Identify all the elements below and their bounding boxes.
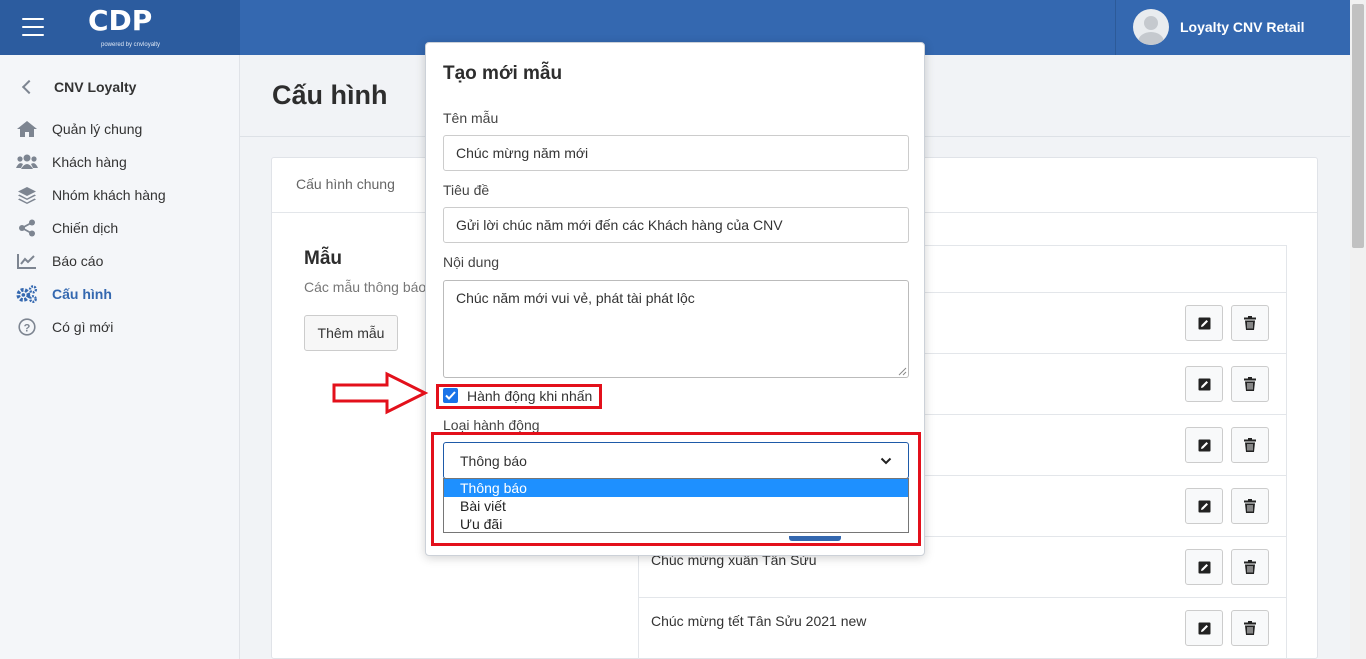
sidebar-item-label: Chiến dịch (52, 220, 119, 236)
layers-icon (16, 185, 38, 205)
action-type-select[interactable]: Thông báo (443, 442, 909, 479)
edit-icon (1198, 378, 1210, 390)
svg-text:?: ? (24, 323, 31, 335)
content-textarea[interactable]: Chúc năm mới vui vẻ, phát tài phát lộc (443, 280, 909, 378)
page-title: Cấu hình (272, 80, 388, 110)
sidebar-item-nhom-khach-hang[interactable]: Nhóm khách hàng (16, 183, 166, 207)
sidebar-item-cau-hinh[interactable]: Cấu hình (16, 282, 112, 306)
sidebar-item-label: Có gì mới (52, 319, 114, 335)
option-uu-dai[interactable]: Ưu đãi (444, 515, 908, 533)
users-icon (16, 152, 38, 172)
edit-button[interactable] (1185, 488, 1223, 524)
sidebar-item-label: Khách hàng (52, 154, 127, 170)
edit-button[interactable] (1185, 549, 1223, 585)
edit-icon (1198, 317, 1210, 329)
avatar[interactable] (1133, 9, 1169, 45)
option-thong-bao[interactable]: Thông báo (444, 479, 908, 497)
action-type-selected: Thông báo (460, 452, 527, 469)
option-bai-viet[interactable]: Bài viết (444, 497, 908, 515)
template-name-input[interactable]: Chúc mừng năm mới (443, 135, 909, 171)
edit-icon (1198, 622, 1210, 634)
sidebar-back[interactable]: CNV Loyalty (18, 75, 136, 99)
content-label: Nội dung (443, 254, 500, 270)
logo-subtitle: powered by cnvloyalty (101, 42, 161, 48)
action-on-click-label[interactable]: Hành động khi nhấn (467, 388, 592, 404)
arrow-right-icon (332, 371, 429, 415)
section-title: Mẫu (304, 248, 342, 269)
sidebar-item-label: Quản lý chung (52, 121, 143, 137)
edit-button[interactable] (1185, 366, 1223, 402)
edit-button[interactable] (1185, 610, 1223, 646)
sidebar-item-label: Nhóm khách hàng (52, 187, 166, 203)
edit-button[interactable] (1185, 427, 1223, 463)
save-button[interactable] (789, 536, 841, 541)
table-row: Chúc mừng tết Tân Sửu 2021 new (639, 597, 1286, 658)
sidebar-back-label: CNV Loyalty (54, 79, 137, 95)
edit-icon (1198, 500, 1210, 512)
check-icon (445, 391, 456, 400)
menu-icon[interactable] (22, 18, 44, 36)
section-subtitle: Các mẫu thông báo (304, 279, 427, 295)
edit-button[interactable] (1185, 305, 1223, 341)
page-scrollbar[interactable] (1350, 0, 1366, 659)
create-template-modal: Tạo mới mẫu Tên mẫu Chúc mừng năm mới Ti… (425, 42, 925, 556)
trash-icon (1244, 560, 1256, 574)
tab-cau-hinh-chung[interactable]: Cấu hình chung (296, 176, 395, 192)
question-circle-icon: ? (16, 317, 38, 337)
edit-icon (1198, 561, 1210, 573)
trash-icon (1244, 621, 1256, 635)
scrollbar-thumb[interactable] (1352, 4, 1364, 248)
content-text: Chúc năm mới vui vẻ, phát tài phát lộc (456, 290, 695, 306)
trash-icon (1244, 316, 1256, 330)
action-type-label: Loại hành động (443, 417, 540, 433)
edit-icon (1198, 439, 1210, 451)
chevron-left-icon (21, 79, 37, 95)
sidebar-item-bao-cao[interactable]: Báo cáo (16, 249, 103, 273)
gears-icon (16, 284, 38, 304)
action-on-click-checkbox[interactable] (443, 388, 458, 403)
template-name: Chúc mừng tết Tân Sửu 2021 new (651, 613, 867, 629)
sidebar-item-khach-hang[interactable]: Khách hàng (16, 150, 127, 174)
trash-icon (1244, 438, 1256, 452)
chevron-down-icon (880, 457, 892, 464)
trash-icon (1244, 377, 1256, 391)
user-menu[interactable]: Loyalty CNV Retail (1115, 0, 1350, 55)
delete-button[interactable] (1231, 549, 1269, 585)
template-name-label: Tên mẫu (443, 110, 499, 126)
sidebar-item-quan-ly-chung[interactable]: Quản lý chung (16, 117, 142, 141)
share-icon (16, 218, 38, 238)
chart-line-icon (16, 251, 38, 271)
add-template-button[interactable]: Thêm mẫu (304, 315, 398, 351)
app-logo[interactable]: CDP (88, 4, 152, 38)
resize-grip-icon[interactable] (898, 367, 907, 376)
brand-area: CDP powered by cnvloyalty (0, 0, 240, 55)
delete-button[interactable] (1231, 366, 1269, 402)
sidebar: CNV Loyalty Quản lý chung Khách hàng Nhó… (0, 55, 240, 659)
action-type-dropdown: Thông báo Bài viết Ưu đãi (443, 478, 909, 533)
sidebar-item-chien-dich[interactable]: Chiến dịch (16, 216, 118, 240)
sidebar-item-co-gi-moi[interactable]: ? Có gì mới (16, 315, 113, 339)
delete-button[interactable] (1231, 427, 1269, 463)
home-icon (16, 119, 38, 139)
sidebar-item-label: Cấu hình (52, 286, 112, 302)
user-name[interactable]: Loyalty CNV Retail (1180, 19, 1304, 35)
delete-button[interactable] (1231, 488, 1269, 524)
sidebar-item-label: Báo cáo (52, 253, 104, 269)
subject-label: Tiêu đề (443, 182, 490, 198)
modal-title: Tạo mới mẫu (443, 63, 563, 84)
trash-icon (1244, 499, 1256, 513)
delete-button[interactable] (1231, 305, 1269, 341)
delete-button[interactable] (1231, 610, 1269, 646)
subject-input[interactable]: Gửi lời chúc năm mới đến các Khách hàng … (443, 207, 909, 243)
